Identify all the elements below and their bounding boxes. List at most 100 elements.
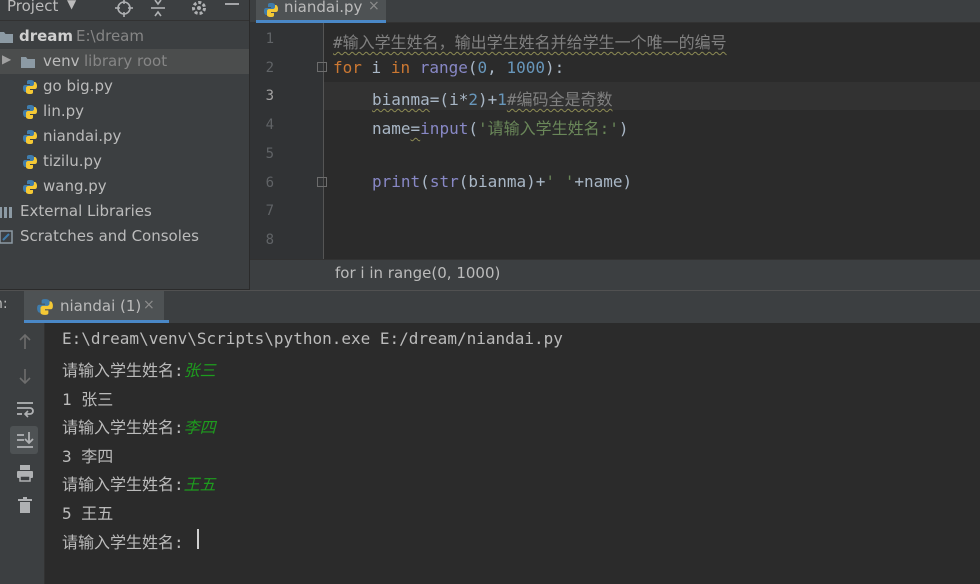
code-expr: +name) [574, 172, 633, 191]
line-number: 1 [265, 31, 274, 47]
code-comment: #输入学生姓名，输出学生姓名并给学生一个唯一的编号 [333, 33, 727, 52]
console-line: 请输入学生姓名:王五 [62, 471, 216, 495]
tree-item-scratches[interactable]: Scratches and Consoles [0, 224, 249, 249]
gutter-divider [323, 23, 324, 259]
console-line: 请输入学生姓名:李四 [62, 414, 216, 438]
tree-item-file[interactable]: go big.py [0, 74, 249, 99]
line-number: 4 [265, 117, 274, 133]
collapse-all-icon[interactable] [148, 0, 168, 18]
console-user-input: 王五 [183, 475, 216, 494]
console-line[interactable]: 请输入学生姓名: [62, 529, 184, 553]
console-prompt: 请输入学生姓名: [62, 475, 184, 494]
arrow-up-icon[interactable] [14, 331, 36, 353]
tree-item-label: lin.py [43, 102, 85, 120]
project-view-selector[interactable]: Project [7, 0, 58, 15]
keyword-for: for [333, 58, 362, 77]
folder-icon [21, 57, 35, 68]
tree-item-path: E:\dream [76, 27, 144, 45]
console-line: 1 张三 [62, 390, 114, 409]
close-icon[interactable]: × [143, 297, 155, 313]
code-paren: ) [618, 119, 629, 138]
code-op: =(i* [429, 90, 469, 109]
folder-icon [0, 32, 13, 43]
chevron-down-icon[interactable]: ▼ [67, 0, 76, 11]
code-line-6[interactable]: print(str(bianma)+' '+name) [372, 172, 632, 191]
tree-item-file[interactable]: niandai.py [0, 124, 249, 149]
tree-item-external-libraries[interactable]: External Libraries [0, 199, 249, 224]
builtin-print: print [372, 172, 421, 191]
tab-label: niandai.py [284, 0, 363, 16]
python-file-icon [264, 3, 278, 17]
console-user-input: 李四 [183, 418, 216, 437]
code-var: name [372, 119, 411, 138]
tree-item-dream[interactable]: dream E:\dream [0, 24, 249, 49]
tree-item-file[interactable]: tizilu.py [0, 149, 249, 174]
code-string: '请输入学生姓名:' [477, 119, 619, 138]
tree-item-label: go big.py [43, 77, 113, 95]
tree-item-venv[interactable]: ▶ venv library root [0, 49, 249, 74]
tree-item-label: wang.py [43, 177, 107, 195]
fold-marker-icon[interactable] [317, 62, 327, 72]
tree-item-sub: library root [84, 52, 168, 70]
tree-item-label: External Libraries [20, 202, 152, 220]
code-paren: ): [544, 58, 565, 77]
minimize-icon[interactable] [222, 0, 242, 18]
code-line-4[interactable]: name=input('请输入学生姓名:') [372, 115, 629, 139]
python-file-icon [37, 299, 53, 315]
console-prompt: 请输入学生姓名: [62, 418, 184, 437]
python-file-icon [23, 180, 37, 194]
scroll-to-end-icon[interactable] [14, 429, 36, 451]
console-prompt: 请输入学生姓名: [62, 533, 184, 552]
line-number: 6 [265, 175, 274, 191]
console-line: 5 王五 [62, 504, 114, 523]
code-op: = [410, 119, 421, 138]
console-line: 请输入学生姓名:张三 [62, 357, 216, 381]
gear-icon[interactable] [189, 0, 209, 18]
console-line: E:\dream\venv\Scripts\python.exe E:/drea… [62, 329, 563, 348]
close-icon[interactable]: × [368, 0, 380, 14]
code-number: 0 [477, 58, 488, 77]
code-expr: (bianma)+ [458, 172, 546, 191]
code-paren: ( [467, 58, 478, 77]
code-comment: #编码全是奇数 [506, 90, 613, 109]
keyword-in: in [390, 58, 411, 77]
python-file-icon [23, 105, 37, 119]
scratch-icon [0, 230, 13, 244]
code-number: 2 [468, 90, 478, 109]
code-var: i [361, 58, 391, 77]
code-line-1[interactable]: #输入学生姓名，输出学生姓名并给学生一个唯一的编号 [333, 29, 727, 53]
tree-item-file[interactable]: lin.py [0, 99, 249, 124]
line-number: 8 [265, 232, 274, 248]
code-line-2[interactable]: for i in range(0, 1000): [333, 58, 564, 77]
python-file-icon [23, 130, 37, 144]
print-icon[interactable] [14, 462, 36, 484]
line-number: 5 [265, 146, 274, 162]
code-op: )+ [477, 90, 498, 109]
python-file-icon [23, 155, 37, 169]
trash-icon[interactable] [14, 494, 36, 516]
tab-niandai-py[interactable]: niandai.py × [256, 0, 386, 22]
fold-marker-icon[interactable] [317, 177, 327, 187]
run-panel-label: n: [0, 296, 8, 312]
console-line: 3 李四 [62, 447, 114, 466]
library-icon [0, 207, 12, 218]
tree-item-file[interactable]: wang.py [0, 174, 249, 199]
chevron-right-icon[interactable]: ▶ [2, 52, 11, 66]
soft-wrap-icon[interactable] [14, 397, 36, 419]
builtin-str: str [429, 172, 459, 191]
code-line-3[interactable]: bianma=(i*2)+1#编码全是奇数 [372, 86, 613, 110]
text-caret [197, 529, 199, 549]
code-var: bianma [372, 90, 430, 109]
builtin-range: range [419, 58, 468, 77]
code-paren: ( [468, 119, 478, 138]
line-number-gutter [250, 23, 324, 259]
locate-target-icon[interactable] [114, 0, 134, 18]
breadcrumb[interactable]: for i in range(0, 1000) [335, 264, 500, 282]
tree-item-label: Scratches and Consoles [20, 227, 199, 245]
code-paren: ( [420, 172, 430, 191]
code-string: ' ' [545, 172, 575, 191]
code-comma: , [487, 58, 507, 77]
arrow-down-icon[interactable] [14, 365, 36, 387]
tree-item-label: niandai.py [43, 127, 122, 145]
